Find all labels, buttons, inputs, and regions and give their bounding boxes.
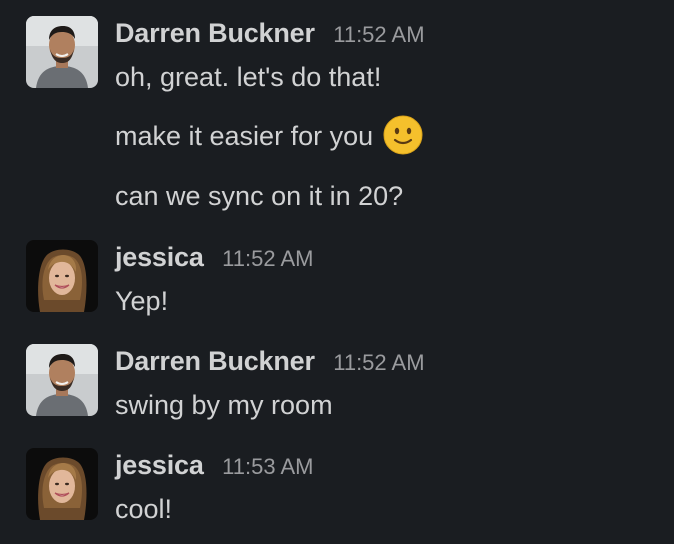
message-group: Darren Buckner 11:52 AM oh, great. let's… (26, 16, 666, 216)
jessica-avatar-icon (26, 240, 98, 312)
message-text: swing by my room (115, 390, 333, 420)
slightly-smiling-face-icon[interactable] (383, 115, 423, 155)
timestamp[interactable]: 11:52 AM (333, 22, 424, 47)
message-text: can we sync on it in 20? (115, 181, 404, 211)
message-text-with-emoji: make it easier for you (115, 115, 423, 156)
author-name[interactable]: jessica (115, 242, 204, 272)
author-name[interactable]: Darren Buckner (115, 18, 315, 48)
darren-avatar-icon (26, 16, 98, 88)
message-text: make it easier for you (115, 121, 374, 151)
message-header: jessica 11:53 AM (115, 448, 313, 482)
avatar[interactable] (26, 240, 98, 312)
message-text: oh, great. let's do that! (115, 62, 382, 92)
message-text: cool! (115, 494, 173, 524)
message-header: jessica 11:52 AM (115, 240, 313, 274)
avatar[interactable] (26, 448, 98, 520)
message-header: Darren Buckner 11:52 AM (115, 16, 425, 50)
timestamp[interactable]: 11:53 AM (222, 454, 313, 479)
timestamp[interactable]: 11:52 AM (333, 350, 424, 375)
author-name[interactable]: jessica (115, 450, 204, 480)
message-text: Yep! (115, 286, 169, 316)
timestamp[interactable]: 11:52 AM (222, 246, 313, 271)
message-group: jessica 11:53 AM cool! (26, 448, 666, 528)
jessica-avatar-icon (26, 448, 98, 520)
avatar[interactable] (26, 16, 98, 88)
message-header: Darren Buckner 11:52 AM (115, 344, 425, 378)
message-group: jessica 11:52 AM Yep! (26, 240, 666, 320)
message-group: Darren Buckner 11:52 AM swing by my room (26, 344, 666, 424)
avatar[interactable] (26, 344, 98, 416)
darren-avatar-icon (26, 344, 98, 416)
author-name[interactable]: Darren Buckner (115, 346, 315, 376)
